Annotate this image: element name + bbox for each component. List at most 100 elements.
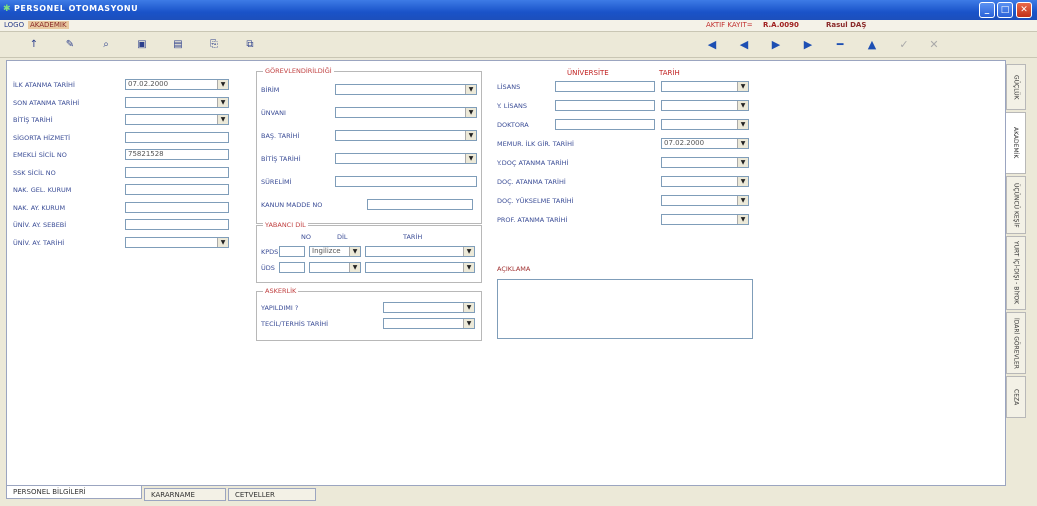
btab-1[interactable]: KARARNAME <box>144 488 226 501</box>
chevron-down-icon[interactable]: ▼ <box>737 215 748 224</box>
chevron-down-icon[interactable]: ▼ <box>463 303 474 312</box>
vtab-0[interactable]: GÜÇLÜK <box>1006 64 1026 110</box>
right-date-field[interactable]: ▼ <box>661 176 749 187</box>
chevron-down-icon[interactable]: ▼ <box>465 154 476 163</box>
chevron-down-icon[interactable]: ▼ <box>217 115 228 124</box>
chevron-down-icon[interactable]: ▼ <box>217 80 228 89</box>
vtab-2[interactable]: ÜÇÜNCÜ KEŞİF <box>1006 176 1026 234</box>
btab-0[interactable]: PERSONEL BİLGİLERİ <box>6 486 142 499</box>
chevron-down-icon[interactable]: ▼ <box>737 196 748 205</box>
right-date-field[interactable]: ▼ <box>661 81 749 92</box>
right-date-field[interactable]: 07.02.2000 ▼ <box>661 138 749 149</box>
chevron-down-icon[interactable]: ▼ <box>737 177 748 186</box>
askerlik-label: TECİL/TERHİS TARİHİ <box>261 320 329 328</box>
chevron-down-icon[interactable]: ▼ <box>465 85 476 94</box>
right-label: DOÇ. YÜKSELME TARİHİ <box>497 197 574 205</box>
yabanci-no[interactable] <box>279 246 305 257</box>
univ-field[interactable] <box>555 119 655 130</box>
askerlik-field[interactable]: ▼ <box>383 302 475 313</box>
right-date-field[interactable]: ▼ <box>661 100 749 111</box>
btab-2[interactable]: CETVELLER <box>228 488 316 501</box>
gorev-label: KANUN MADDE NO <box>261 201 323 209</box>
gorev-label: BAŞ. TARİHİ <box>261 132 300 140</box>
toolbar-icon-6[interactable]: ⧉ <box>242 37 258 53</box>
right-date-field[interactable]: ▼ <box>661 195 749 206</box>
right-date-field[interactable]: ▼ <box>661 119 749 130</box>
left-field[interactable]: ▼ <box>125 96 229 108</box>
left-field[interactable] <box>125 131 229 143</box>
gorev-label: BİRİM <box>261 86 280 94</box>
univ-field[interactable] <box>555 100 655 111</box>
nav-icon-1[interactable]: ◀ <box>735 37 753 53</box>
chevron-down-icon[interactable]: ▼ <box>349 263 360 272</box>
maximize-button[interactable]: □ <box>997 2 1013 18</box>
nav-icon-2[interactable]: ▶ <box>767 37 785 53</box>
chevron-down-icon[interactable]: ▼ <box>349 247 360 256</box>
group-askerlik: ASKERLİK YAPILDIMI ? ▼ TECİL/TERHİS TARİHİ ▼ <box>256 287 482 341</box>
chevron-down-icon[interactable]: ▼ <box>217 97 228 107</box>
vtab-4[interactable]: İDARİ GÖREVLER <box>1006 312 1026 374</box>
toolbar-icon-5[interactable]: ⎘ <box>206 37 222 53</box>
nav-icon-4[interactable]: ━ <box>831 37 849 53</box>
minimize-button[interactable]: _ <box>979 2 995 18</box>
gorev-field[interactable]: ▼ <box>335 153 477 164</box>
chevron-down-icon[interactable]: ▼ <box>737 158 748 167</box>
gorev-label: ÜNVANI <box>261 109 286 117</box>
menu-logo[interactable]: LOGO <box>4 21 24 29</box>
right-date-field[interactable]: ▼ <box>661 157 749 168</box>
group-gorev-title: GÖREVLENDİRİLDİĞİ <box>263 67 334 75</box>
gorev-field[interactable]: ▼ <box>335 107 477 118</box>
chevron-down-icon[interactable]: ▼ <box>463 247 474 256</box>
nav-icon-7[interactable]: ✕ <box>925 37 943 53</box>
yabanci-tarih[interactable]: ▼ <box>365 246 475 257</box>
menu-akademik[interactable]: AKADEMIK <box>28 21 69 29</box>
yabanci-tarih[interactable]: ▼ <box>365 262 475 273</box>
chevron-down-icon[interactable]: ▼ <box>737 101 748 110</box>
active-record-label: AKTIF KAYIT= <box>706 21 753 29</box>
gorev-field[interactable] <box>335 176 477 187</box>
chevron-down-icon[interactable]: ▼ <box>737 120 748 129</box>
chevron-down-icon[interactable]: ▼ <box>463 263 474 272</box>
yabanci-dil[interactable]: ▼ <box>309 262 361 273</box>
toolbar-icon-2[interactable]: ⌕ <box>98 37 114 53</box>
close-button[interactable]: ✕ <box>1016 2 1032 18</box>
yabanci-dil[interactable]: İngilizce ▼ <box>309 246 361 257</box>
nav-icon-0[interactable]: ◀ <box>703 37 721 53</box>
nav-icon-3[interactable]: ▶ <box>799 37 817 53</box>
yabanci-label: ÜDS <box>261 264 275 272</box>
left-label: İLK ATANMA TARİHİ <box>13 81 75 89</box>
left-field[interactable]: 75821528 <box>125 149 229 160</box>
gorev-field[interactable]: ▼ <box>335 130 477 141</box>
left-field[interactable] <box>125 201 229 213</box>
vtab-3[interactable]: YURT İÇİ-DIŞI - BİYOK <box>1006 236 1026 310</box>
yabanci-no[interactable] <box>279 262 305 273</box>
vtab-1[interactable]: AKADEMİK <box>1006 112 1026 174</box>
right-date-field[interactable]: ▼ <box>661 214 749 225</box>
nav-icon-6[interactable]: ✓ <box>895 37 913 53</box>
gorev-field[interactable] <box>367 199 473 210</box>
toolbar-icon-3[interactable]: ▣ <box>134 37 150 53</box>
left-field[interactable]: ▼ <box>125 236 229 248</box>
left-field[interactable] <box>125 184 229 195</box>
left-field[interactable]: ▼ <box>125 114 229 125</box>
chevron-down-icon[interactable]: ▼ <box>217 237 228 247</box>
toolbar-icon-0[interactable]: ↑ <box>26 37 42 53</box>
gorev-field[interactable]: ▼ <box>335 84 477 95</box>
left-field[interactable] <box>125 166 229 178</box>
toolbar-icon-4[interactable]: ▤ <box>170 37 186 53</box>
vertical-tabs: GÜÇLÜK AKADEMİK ÜÇÜNCÜ KEŞİF YURT İÇİ-DIŞI … <box>1006 60 1026 486</box>
left-field[interactable]: 07.02.2000 ▼ <box>125 79 229 90</box>
left-field[interactable] <box>125 219 229 230</box>
chevron-down-icon[interactable]: ▼ <box>465 108 476 117</box>
chevron-down-icon[interactable]: ▼ <box>737 139 748 148</box>
toolbar-icon-1[interactable]: ✎ <box>62 37 78 53</box>
aciklama-textarea[interactable] <box>497 279 753 339</box>
askerlik-field[interactable]: ▼ <box>383 318 475 329</box>
yabanci-label: KPDS <box>261 248 279 256</box>
chevron-down-icon[interactable]: ▼ <box>465 131 476 140</box>
nav-icon-5[interactable]: ▲ <box>863 37 881 53</box>
chevron-down-icon[interactable]: ▼ <box>737 82 748 91</box>
vtab-5[interactable]: CEZA <box>1006 376 1026 418</box>
univ-field[interactable] <box>555 81 655 92</box>
chevron-down-icon[interactable]: ▼ <box>463 319 474 328</box>
